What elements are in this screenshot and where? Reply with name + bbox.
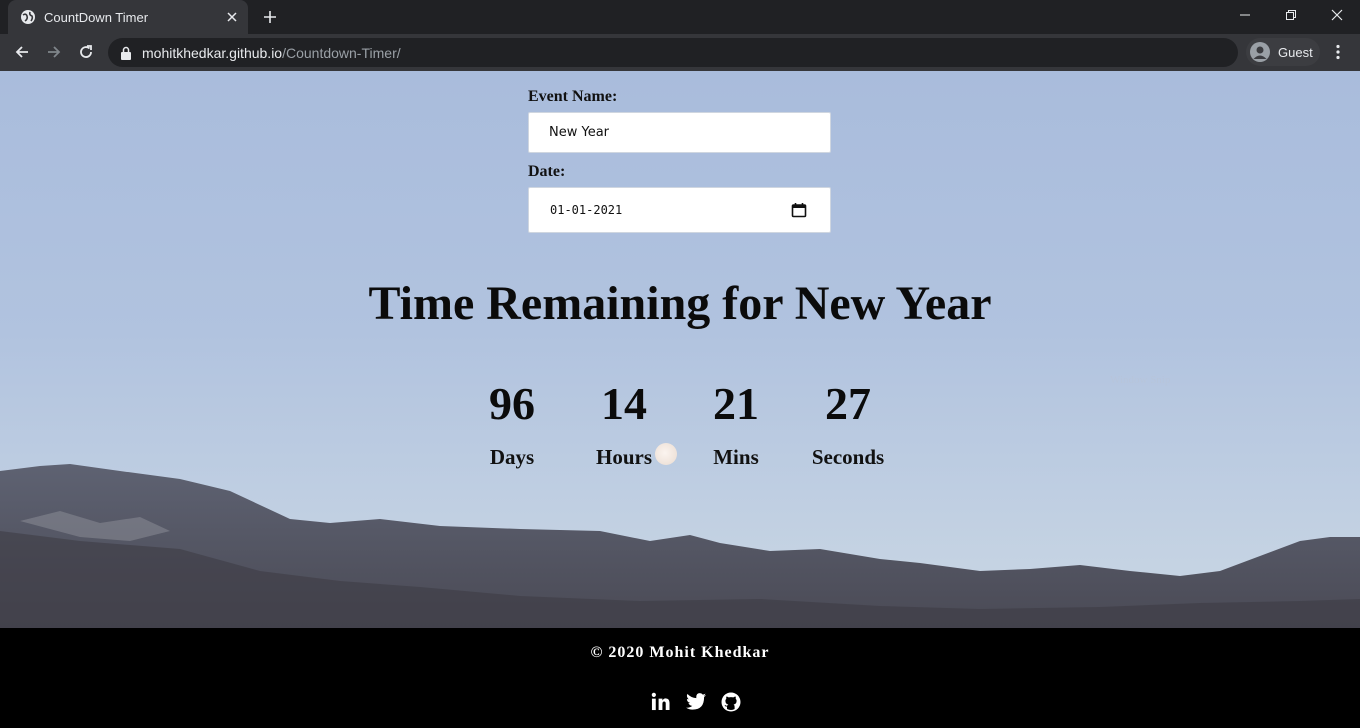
countdown-display: 96 Days 14 Hours 21 Mins 27 Seconds <box>0 373 1360 473</box>
countdown-mins: 21 Mins <box>680 373 792 470</box>
back-button[interactable] <box>8 38 36 66</box>
restore-icon <box>1286 10 1296 20</box>
address-bar[interactable]: mohitkhedkar.github.io/Countdown-Timer/ <box>108 38 1238 67</box>
lock-icon <box>120 46 134 60</box>
page-viewport: Event Name: Date: 01-01-2021 Time Remain… <box>0 71 1360 728</box>
new-tab-button[interactable] <box>258 6 282 28</box>
url-host: mohitkhedkar.github.io <box>142 44 283 61</box>
countdown-days: 96 Days <box>456 373 568 470</box>
forward-button[interactable] <box>40 38 68 66</box>
forward-arrow-icon <box>48 46 61 58</box>
back-arrow-icon <box>15 46 28 58</box>
event-form: Event Name: Date: 01-01-2021 <box>528 88 832 233</box>
date-value: 01-01-2021 <box>550 203 623 217</box>
close-tab-icon[interactable] <box>222 7 242 27</box>
countdown-seconds: 27 Seconds <box>792 373 904 470</box>
hours-value: 14 <box>601 378 647 429</box>
github-icon[interactable] <box>720 691 741 712</box>
tab-title: CountDown Timer <box>44 9 149 25</box>
watermark-text: Window Snip <box>1110 374 1171 386</box>
mins-label: Mins <box>713 445 759 469</box>
footer: © 2020 Mohit Khedkar <box>0 628 1360 728</box>
seconds-value: 27 <box>825 378 871 429</box>
date-label: Date: <box>528 163 566 180</box>
restore-button[interactable] <box>1268 0 1314 30</box>
plus-icon <box>264 11 276 23</box>
date-input[interactable]: 01-01-2021 <box>528 187 831 233</box>
calendar-icon[interactable] <box>791 202 807 218</box>
seconds-label: Seconds <box>811 445 885 469</box>
globe-icon <box>20 9 36 25</box>
url-path: /Countdown-Timer/ <box>282 44 401 61</box>
moon-image <box>655 443 677 465</box>
event-name-label: Event Name: <box>528 88 618 105</box>
browser-tab[interactable]: CountDown Timer <box>8 0 248 34</box>
minimize-button[interactable] <box>1222 0 1268 30</box>
reload-button[interactable] <box>72 38 100 66</box>
twitter-icon[interactable] <box>685 691 706 712</box>
profile-button[interactable]: Guest <box>1246 38 1320 66</box>
reload-icon <box>80 45 92 58</box>
close-window-button[interactable] <box>1314 0 1360 30</box>
days-label: Days <box>489 445 535 469</box>
event-name-input[interactable] <box>528 112 831 153</box>
more-vert-icon <box>1336 44 1340 60</box>
profile-label: Guest <box>1278 44 1313 60</box>
copyright-text: © 2020 Mohit Khedkar <box>590 644 770 661</box>
days-value: 96 <box>489 378 535 429</box>
browser-toolbar: mohitkhedkar.github.io/Countdown-Timer/ … <box>0 34 1360 71</box>
browser-titlebar: CountDown Timer <box>0 0 1360 34</box>
linkedin-icon[interactable] <box>650 691 671 712</box>
social-links <box>650 691 741 712</box>
minimize-icon <box>1240 14 1250 16</box>
close-icon <box>1331 9 1343 21</box>
browser-menu-button[interactable] <box>1326 38 1350 66</box>
page-title: Time Remaining for New Year <box>368 277 992 330</box>
mins-value: 21 <box>713 378 759 429</box>
avatar-icon <box>1250 42 1270 62</box>
